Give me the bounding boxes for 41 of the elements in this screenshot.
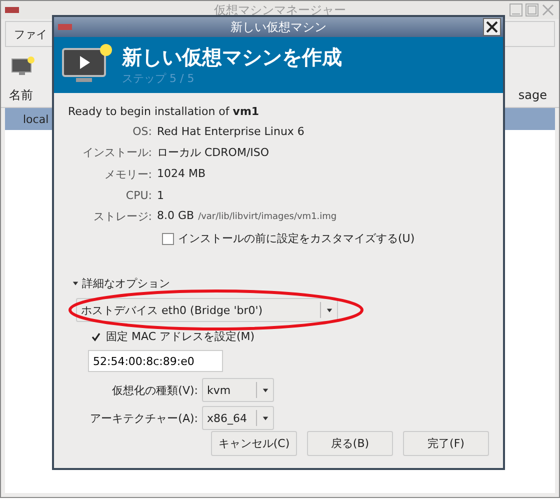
dropdown-arrow-icon	[262, 386, 269, 394]
detail-value: ローカル CDROM/ISO	[157, 145, 270, 160]
app-icon	[58, 23, 72, 31]
dropdown[interactable]: x86_64	[202, 406, 274, 430]
detail-label: メモリー:	[103, 167, 152, 182]
column-header[interactable]: sage	[518, 88, 547, 102]
dialog-title: 新しい仮想マシン	[230, 18, 326, 36]
menu-item[interactable]: ファイ	[14, 26, 47, 42]
checkbox-label[interactable]: インストールの前に設定をカスタマイズする(U)	[178, 231, 415, 246]
detail-label: OS:	[132, 125, 152, 138]
mac-address-field[interactable]: 52:54:00:8c:89:e0	[88, 350, 223, 372]
network-dropdown[interactable]: ホストデバイス eth0 (Bridge 'br0')	[76, 298, 338, 322]
expander-arrow-icon[interactable]	[72, 280, 79, 287]
detail-label: CPU:	[124, 189, 152, 202]
dialog-button[interactable]: 戻る(B)	[307, 431, 393, 456]
expander-label[interactable]: 詳細なオプション	[82, 276, 170, 291]
monitor-icon[interactable]	[11, 56, 35, 76]
dropdown[interactable]: kvm	[202, 378, 274, 402]
checkbox[interactable]	[162, 232, 174, 244]
storage-path: /var/lib/libvirt/images/vm1.img	[198, 212, 337, 222]
checkbox-label[interactable]: 固定 MAC アドレスを設定(M)	[106, 329, 255, 344]
close-button[interactable]	[483, 18, 501, 36]
detail-value: 8.0 GB	[157, 209, 194, 222]
detail-value: 1	[157, 189, 164, 202]
app-icon	[5, 6, 19, 14]
detail-label: インストール:	[81, 145, 152, 160]
column-header[interactable]: 名前	[9, 86, 33, 104]
field-label: 仮想化の種類(V):	[111, 382, 198, 398]
summary-text: Ready to begin installation of vm1	[68, 105, 260, 118]
dialog-button[interactable]: 完了(F)	[403, 431, 489, 456]
dialog-heading: 新しい仮想マシンを作成	[122, 44, 342, 71]
detail-value: Red Hat Enterprise Linux 6	[157, 125, 304, 138]
dropdown-arrow-icon	[262, 414, 269, 422]
host-name: local	[23, 112, 49, 126]
detail-value: 1024 MB	[157, 167, 206, 180]
field-label: アーキテクチャー(A):	[89, 410, 198, 426]
step-indicator: ステップ 5 / 5	[122, 71, 196, 86]
dialog-button[interactable]: キャンセル(C)	[211, 431, 297, 456]
detail-label: ストレージ:	[92, 209, 152, 224]
checkbox[interactable]	[90, 330, 102, 342]
dropdown-arrow-icon	[326, 306, 333, 314]
